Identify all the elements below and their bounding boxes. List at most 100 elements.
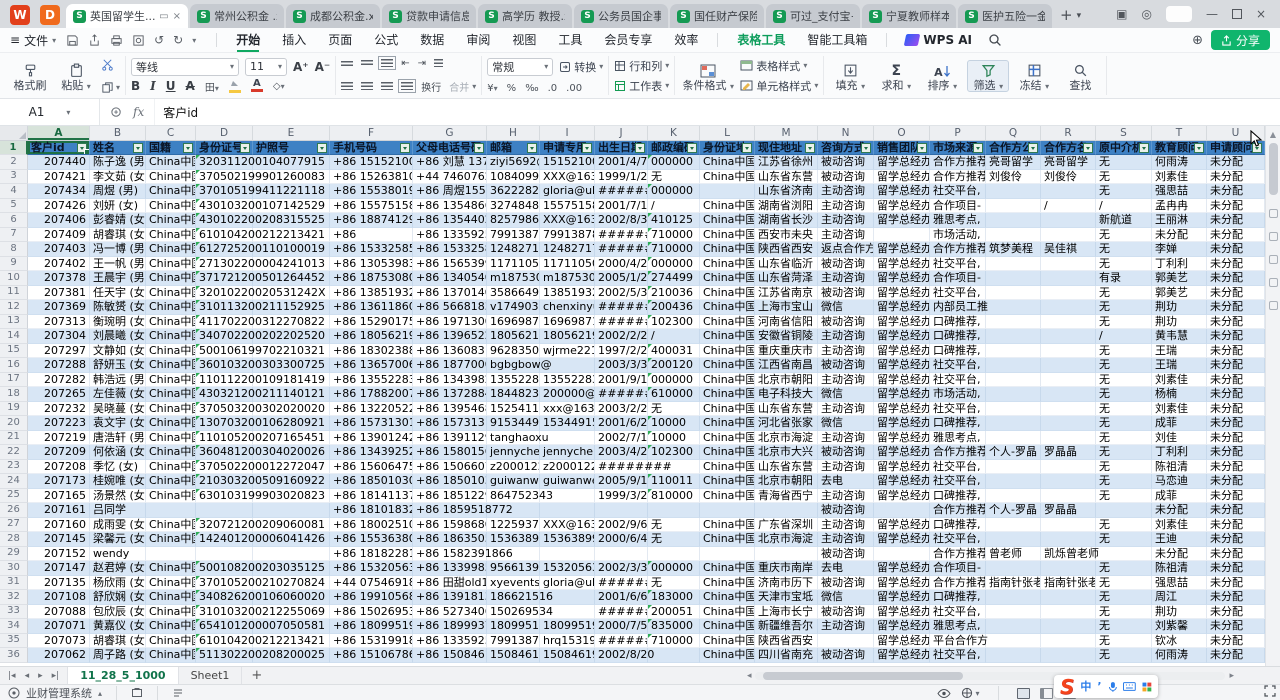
cell[interactable]: 去电 [818,561,874,576]
row-header-32[interactable]: 32 [0,590,28,605]
cell[interactable]: 口碑推荐, [930,416,986,431]
cell[interactable]: 电子科技大 [755,387,818,402]
cell[interactable]: 四川省南充 [755,648,818,663]
cell[interactable]: China中国 [700,329,755,344]
cell[interactable]: 王一帆 (男 [90,257,146,272]
cell[interactable]: +86 1395468251 [413,402,487,417]
cell[interactable]: 未分配 [1207,358,1265,373]
cell[interactable]: 刘妍 (女) [90,199,146,214]
cell[interactable]: 刘俊伶 [986,170,1041,185]
menu-插入[interactable]: 插入 [271,28,317,53]
cell[interactable]: +86 18056219 [330,329,413,344]
row-header-20[interactable]: 20 [0,416,28,431]
cell[interactable]: 杨欣雨 (女 [90,576,146,591]
cell[interactable]: 主动咨询 [818,402,874,417]
cell[interactable]: ziyi5692@ [487,155,540,170]
cell[interactable] [1041,315,1096,330]
cell[interactable]: 610104200212213421 [196,228,253,243]
align-bottom-icon[interactable] [381,59,393,67]
cell[interactable]: 2005/1/26 [595,271,648,286]
ime-keyboard-icon[interactable] [1123,682,1136,691]
cell[interactable]: 1999/3/2 [595,489,648,504]
cell[interactable]: 周子路 (女 [90,648,146,663]
header-cell-J1[interactable]: 出生日期 [595,141,648,155]
cell[interactable]: 207378 [28,271,90,286]
file-tab[interactable]: S成都公积金.xlsx [286,4,380,28]
cell[interactable]: 主动咨询 [818,344,874,359]
cell[interactable]: 117110505 [540,257,595,272]
cell[interactable]: China中国 [700,576,755,591]
cell[interactable]: 青海省西宁 [755,489,818,504]
cell[interactable]: +86 1360831276 [413,344,487,359]
first-sheet-icon[interactable]: |◂ [8,671,16,681]
cell[interactable]: +86 18002510 [330,518,413,533]
cell[interactable]: +86 18101832 [330,503,413,518]
cell[interactable] [1041,619,1096,634]
cell[interactable]: 未分配 [1207,605,1265,620]
row-header-12[interactable]: 12 [0,300,28,315]
cell[interactable]: 江西省南昌 [755,358,818,373]
cell[interactable]: +86 1506607336 [413,460,487,475]
filter-dropdown-icon[interactable] [474,143,484,153]
cell[interactable]: 王迪 [1152,532,1207,547]
row-header-5[interactable]: 5 [0,199,28,214]
cell[interactable]: China中国 [146,329,196,344]
cell[interactable]: 李婵 [1152,242,1207,257]
cell[interactable]: m1875308 [540,271,595,286]
cell[interactable]: 社交平台, [930,184,986,199]
cell[interactable]: 未分配 [1207,518,1265,533]
cell[interactable]: 000000 [648,257,700,272]
cell[interactable]: 207440 [28,155,90,170]
freeze-button[interactable]: 冻结 ▾ [1013,61,1055,91]
wps-ai-button[interactable]: WPS AI [895,33,982,47]
cell[interactable] [986,532,1041,547]
row-header-36[interactable]: 36 [0,648,28,663]
cell[interactable]: China中国 [146,228,196,243]
cell[interactable]: 袁文宇 (女 [90,416,146,431]
cell[interactable]: 唐浩轩 (男 [90,431,146,446]
cell[interactable]: 未分配 [1207,315,1265,330]
cell[interactable]: 留学总经办 [874,590,930,605]
vertical-scrollbar[interactable]: ▲ [1265,126,1280,666]
cell[interactable]: 无 [1096,460,1152,475]
column-header-J[interactable]: J [595,126,648,141]
cell[interactable]: +86 18302388 [330,344,413,359]
cell[interactable]: 被动咨询 [818,648,874,663]
cell[interactable]: 内部员工推 [930,300,986,315]
cell[interactable]: guiwanwei [540,474,595,489]
increase-decimal-icon[interactable]: .0 [548,83,558,94]
row-header-7[interactable]: 7 [0,228,28,243]
cell[interactable]: China中国 [146,605,196,620]
cell[interactable]: gloria@uk [540,184,595,199]
cell[interactable]: 180995191 [540,619,595,634]
cell[interactable]: +86 13657006 [330,358,413,373]
cell[interactable]: 186621516 [487,590,540,605]
cell[interactable]: 135522836 [487,373,540,388]
cell[interactable]: China中国 [700,474,755,489]
cell[interactable]: 无 [1096,155,1152,170]
cell[interactable]: 山东省东营 [755,402,818,417]
filter-dropdown-icon[interactable] [687,143,697,153]
conditional-format-button[interactable]: 条件格式 ▾ [680,61,736,91]
cell[interactable]: 主动咨询 [818,532,874,547]
cell[interactable]: 825798695 [487,213,540,228]
header-cell-I1[interactable]: 申请专用 [540,141,595,155]
cell[interactable]: 无 [648,576,700,591]
cell[interactable] [986,358,1041,373]
row-header-6[interactable]: 6 [0,213,28,228]
cell[interactable]: 亮哥留学 [1041,155,1096,170]
cell[interactable]: 无 [1096,416,1152,431]
header-cell-E1[interactable]: 护照号 [253,141,330,155]
ime-toolbox-icon[interactable] [1142,682,1152,692]
cell[interactable]: 未分配 [1207,489,1265,504]
cell[interactable]: 留学总经办 [874,634,930,649]
cell[interactable]: 胡睿琪 (女 [90,228,146,243]
cell[interactable]: 未分配 [1207,532,1265,547]
save-icon[interactable] [66,34,79,47]
column-header-M[interactable]: M [755,126,818,141]
cell[interactable]: 主动咨询 [818,373,874,388]
cell[interactable]: 留学总经办 [874,300,930,315]
cell[interactable]: 无 [1096,532,1152,547]
cell[interactable]: 169698712 [540,315,595,330]
chevron-down-icon[interactable]: ▾ [192,36,196,45]
